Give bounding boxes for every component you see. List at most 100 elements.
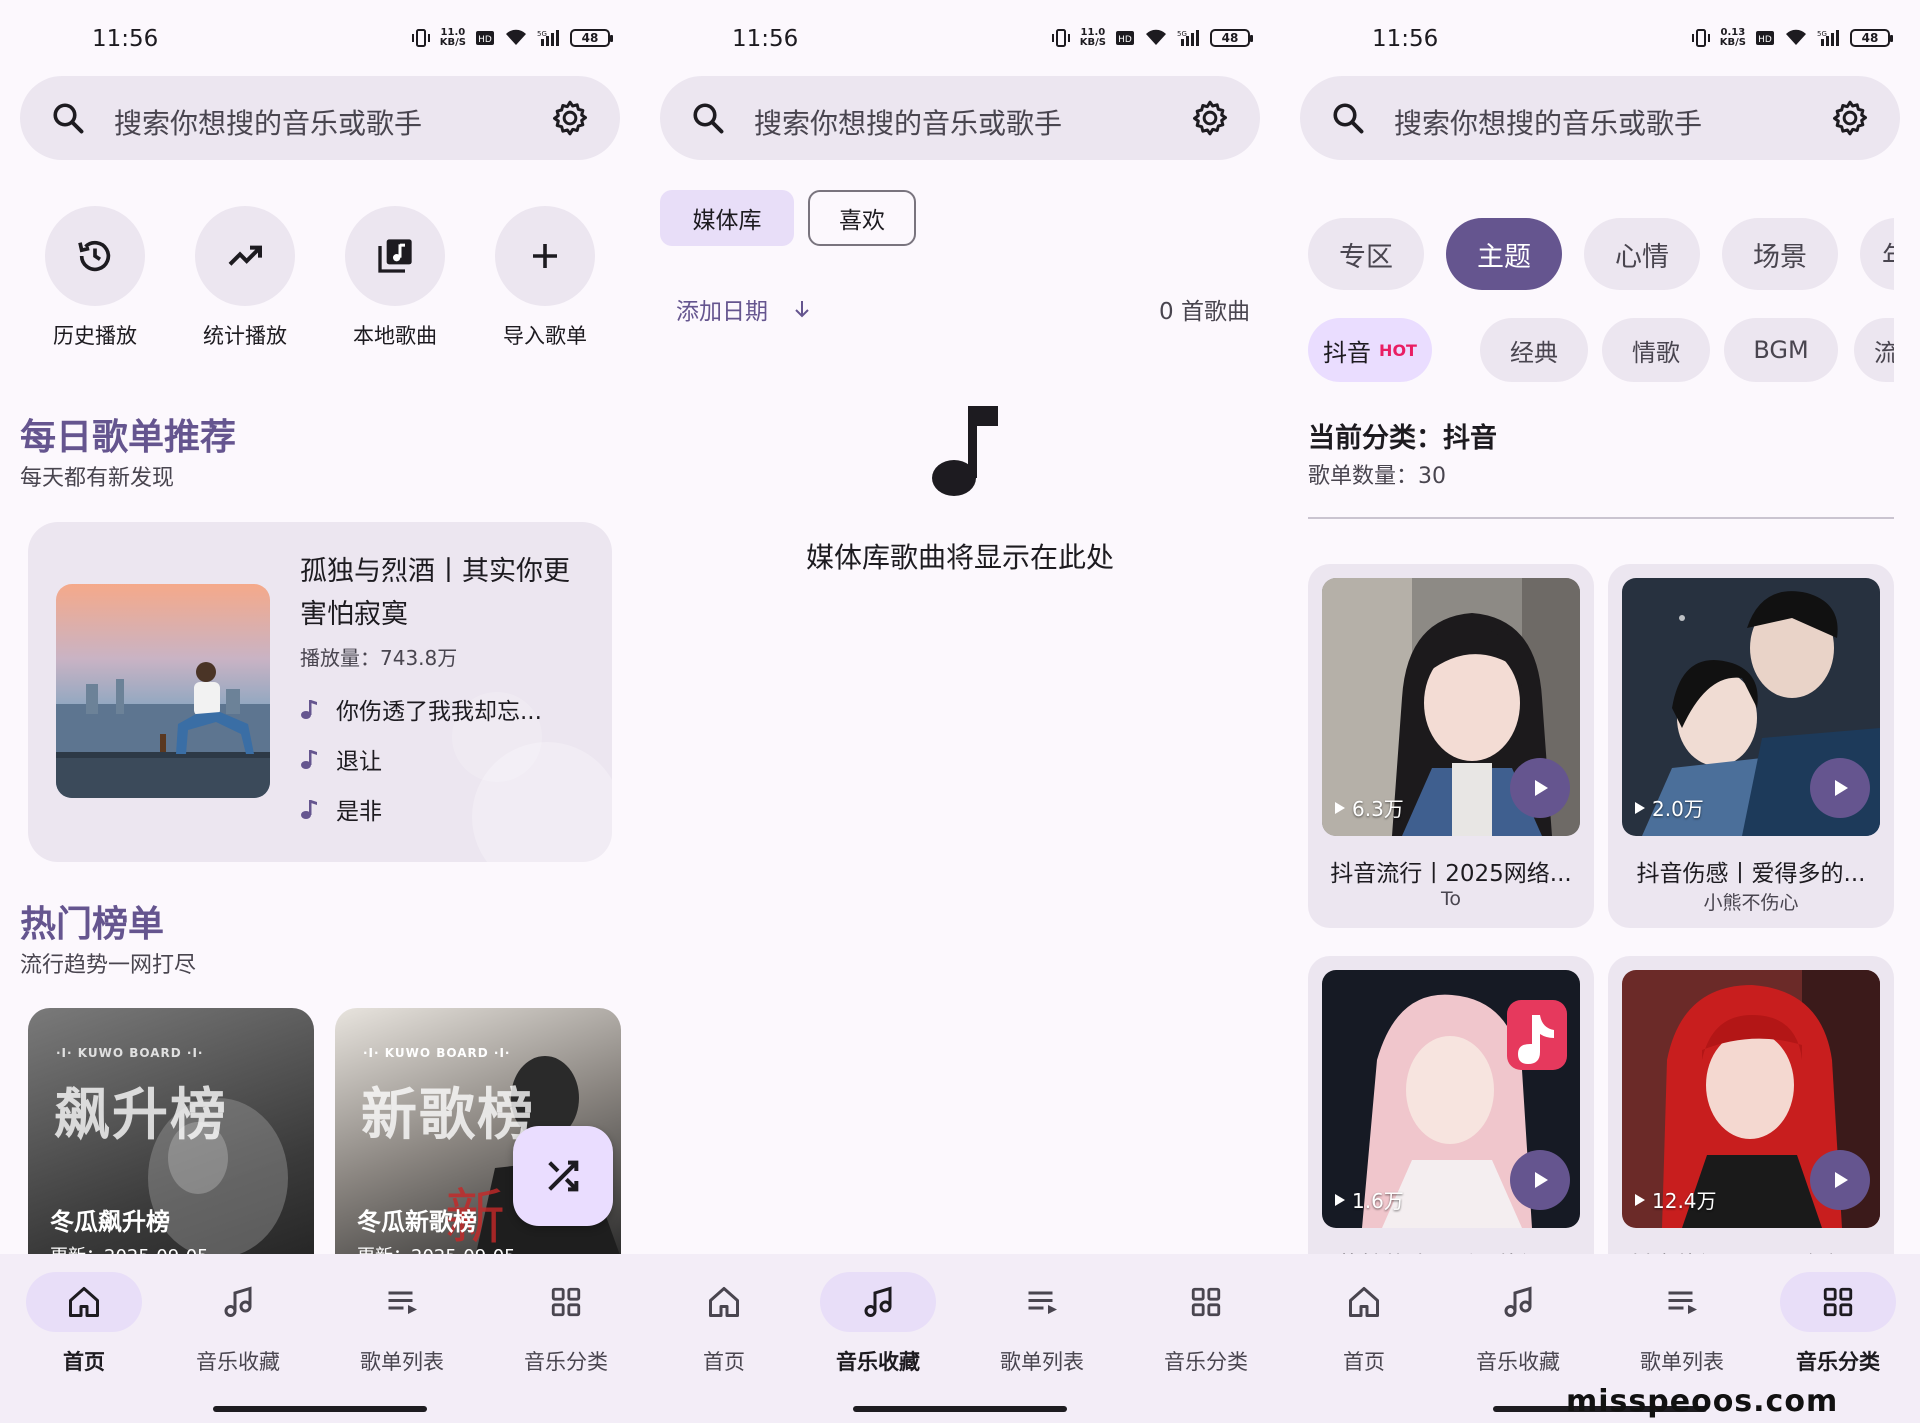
quick-action-import[interactable]: 导入歌单 [485,206,605,350]
chart-name: 冬瓜飙升榜 [50,1208,170,1236]
subtab-more[interactable]: 流 [1854,318,1894,382]
daily-playlist-card[interactable]: 孤独与烈酒丨其实你更害怕寂寞 播放量：743.8万 你伤透了我我却忘... 退让… [28,522,612,862]
arrow-down-icon [795,301,809,318]
nav-playlists[interactable]: 歌单列表 [320,1272,484,1376]
music-note-icon [301,700,317,719]
playlist-title: 抖音伤感丨爱得多的... [1636,861,1866,887]
nav-home[interactable]: 首页 [1282,1272,1446,1376]
chart-card-rising[interactable]: ·I· KUWO BOARD ·I· 飙升榜 冬瓜飙升榜 更新：2025-09-… [28,1008,314,1258]
shuffle-play-button[interactable] [513,1126,613,1226]
shuffle-icon [548,1160,579,1192]
quick-action-stats[interactable]: 统计播放 [185,206,305,350]
playlist-icon [1668,1291,1697,1314]
chip-favorites[interactable]: 喜欢 [808,190,916,246]
play-small-icon [1335,801,1345,814]
daily-playlist-cover [56,584,270,798]
vibrate-icon [1691,29,1710,47]
status-time: 11:56 [1372,26,1439,52]
wifi-icon [1146,29,1166,45]
quick-action-history[interactable]: 历史播放 [35,206,155,350]
daily-song-item[interactable]: 退让 [300,742,382,776]
category-grid-icon [1823,1287,1853,1317]
music-collection-icon [864,1286,892,1317]
sort-selector[interactable]: 添加日期 [676,292,814,326]
music-collection-icon [224,1286,252,1317]
status-bar: 11:56 0.13 KB/S HD 5G 48 [1280,22,1920,58]
quick-action-local[interactable]: 本地歌曲 [335,206,455,350]
search-placeholder: 搜索你想搜的音乐或歌手 [754,107,1063,140]
chart-name: 冬瓜新歌榜 [357,1208,477,1236]
nav-music-collection[interactable]: 音乐收藏 [1436,1272,1600,1376]
category-tab-theme[interactable]: 主题 [1446,218,1562,290]
signal-icon: 5G [1817,30,1839,46]
playlist-icon [1028,1291,1057,1314]
playlist-card[interactable]: 2.0万 抖音伤感丨爱得多的... 小熊不伤心 [1608,564,1894,928]
daily-section-subtitle: 每天都有新发现 [20,466,175,491]
play-button[interactable] [1810,1150,1870,1210]
svg-text:5G: 5G [537,30,547,38]
search-bar[interactable]: 搜索你想搜的音乐或歌手 [660,76,1260,160]
nav-home[interactable]: 首页 [642,1272,806,1376]
bottom-navigation: 首页 音乐收藏 歌单列表 音乐分类 [640,1254,1280,1423]
play-icon [1535,780,1548,796]
empty-state-text: 媒体库歌曲将显示在此处 [805,541,1114,574]
play-count: 12.4万 [1634,1185,1717,1214]
nav-music-collection[interactable]: 音乐收藏 [156,1272,320,1376]
play-count: 2.0万 [1634,793,1704,822]
play-button[interactable] [1510,1150,1570,1210]
nav-categories[interactable]: 音乐分类 [1124,1272,1280,1376]
nav-playlists[interactable]: 歌单列表 [1600,1272,1764,1376]
play-button[interactable] [1510,758,1570,818]
hot-section-subtitle: 流行趋势一网打尽 [20,953,197,978]
signal-icon: 5G [537,30,559,46]
play-icon [1835,1172,1848,1188]
play-icon [1535,1172,1548,1188]
svg-text:HD: HD [478,35,492,45]
search-bar[interactable]: 搜索你想搜的音乐或歌手 [20,76,620,160]
search-bar[interactable]: 搜索你想搜的音乐或歌手 [1300,76,1900,160]
settings-gear-icon[interactable] [550,98,590,138]
category-grid-icon [1191,1287,1221,1317]
divider [1308,517,1894,519]
nav-home[interactable]: 首页 [2,1272,166,1376]
battery-icon: 48 [570,29,613,47]
settings-gear-icon[interactable] [1830,98,1870,138]
settings-gear-icon[interactable] [1190,98,1230,138]
subtab-douyin[interactable]: 抖音 HOT [1308,318,1432,382]
home-icon [709,1287,739,1317]
category-tab-zone[interactable]: 专区 [1308,218,1424,290]
search-icon [1333,103,1364,134]
svg-text:HD: HD [1118,35,1132,45]
battery-icon: 48 [1210,29,1253,47]
subtab-classic[interactable]: 经典 [1480,318,1588,382]
home-screen: 11:56 11.0 KB/S HD 5G 48 搜索你想搜的音乐或歌手 历史播放… [0,0,640,1423]
category-tab-scene[interactable]: 场景 [1722,218,1838,290]
playlist-card[interactable]: 6.3万 抖音流行丨2025网络... To [1308,564,1594,928]
play-small-icon [1335,1193,1345,1206]
library-screen: 11:56 11.0 KB/S HD 5G 48 搜索你想搜的音乐或歌手 媒体库 … [640,0,1280,1423]
play-small-icon [1635,801,1645,814]
nav-music-collection[interactable]: 音乐收藏 [796,1272,960,1376]
subtab-bgm[interactable]: BGM [1724,318,1838,382]
category-tab-more[interactable]: 年 [1860,218,1894,290]
music-note-icon [301,800,317,819]
daily-song-item[interactable]: 你伤透了我我却忘... [300,692,542,726]
hot-badge: HOT [1379,340,1417,360]
daily-song-item[interactable]: 是非 [300,792,382,826]
status-bar: 11:56 11.0 KB/S HD 5G 48 [640,22,1280,58]
nav-playlists[interactable]: 歌单列表 [960,1272,1124,1376]
history-icon [78,240,111,272]
nav-categories[interactable]: 音乐分类 [1756,1272,1920,1376]
search-icon [53,103,84,134]
status-time: 11:56 [92,26,159,52]
daily-playlist-plays: 播放量：743.8万 [300,646,458,670]
playlist-author: 小熊不伤心 [1703,892,1799,914]
trending-icon [228,245,262,266]
chip-media-library[interactable]: 媒体库 [660,190,794,246]
play-button[interactable] [1810,758,1870,818]
watermark: misspeoos.com [1566,1384,1839,1419]
subtab-love[interactable]: 情歌 [1602,318,1710,382]
status-bar: 11:56 11.0 KB/S HD 5G 48 [0,22,640,58]
nav-categories[interactable]: 音乐分类 [484,1272,640,1376]
category-tab-mood[interactable]: 心情 [1584,218,1700,290]
